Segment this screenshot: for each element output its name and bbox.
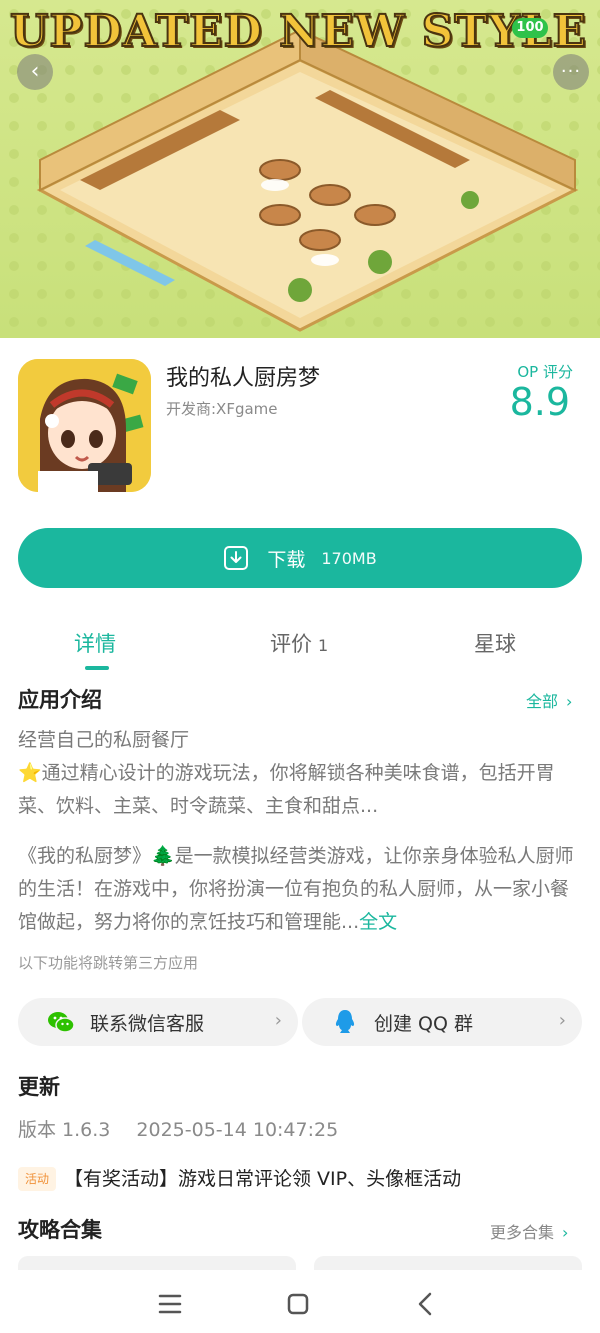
chevron-right-icon: › bbox=[566, 692, 573, 711]
update-banner-text: UPDATED NEW STYLE bbox=[9, 5, 587, 58]
back-button[interactable]: ‹ bbox=[17, 54, 53, 90]
event-badge: 活动 bbox=[18, 1167, 56, 1191]
qq-icon bbox=[335, 1010, 355, 1033]
guide-card[interactable] bbox=[314, 1256, 582, 1270]
menu-icon bbox=[158, 1294, 182, 1314]
update-timestamp: 2025-05-14 10:47:25 bbox=[136, 1119, 339, 1141]
update-title: 更新 bbox=[18, 1075, 60, 1099]
intro-all-link[interactable]: 全部 › bbox=[526, 688, 572, 712]
rating-value: 8.9 bbox=[509, 380, 570, 424]
home-square-icon bbox=[287, 1293, 309, 1315]
wechat-icon bbox=[48, 1012, 75, 1033]
home-button[interactable] bbox=[278, 1284, 318, 1324]
all-link-label: 全部 bbox=[526, 692, 559, 711]
review-count: 1 bbox=[318, 636, 329, 655]
tab-label: 详情 bbox=[74, 632, 116, 656]
intro-full-description: 《我的私厨梦》🌲是一款模拟经营类游戏，让你亲身体验私人厨师的生活！在游戏中，你将… bbox=[18, 840, 584, 939]
pill-label: 创建 QQ 群 bbox=[374, 1012, 473, 1035]
active-tab-indicator bbox=[85, 666, 109, 670]
download-button[interactable]: 下载 170MB bbox=[18, 528, 582, 588]
tab-label: 星球 bbox=[474, 632, 516, 656]
intro-line-1: 经营自己的私厨餐厅 bbox=[18, 729, 190, 751]
more-guides-link[interactable]: 更多合集 › bbox=[490, 1219, 568, 1243]
download-size: 170MB bbox=[321, 548, 377, 568]
tab-label: 评价 bbox=[270, 632, 312, 656]
back-arrow-icon: ‹ bbox=[30, 59, 40, 84]
third-party-note: 以下功能将跳转第三方应用 bbox=[18, 954, 199, 972]
chevron-right-icon: › bbox=[274, 1010, 282, 1031]
intro-title: 应用介绍 bbox=[18, 688, 102, 712]
intro-line-2: ⭐通过精心设计的游戏玩法，你将解锁各种美味食谱，包括开胃菜、饮料、主菜、时令蔬菜… bbox=[18, 762, 555, 817]
full-text-link[interactable]: 全文 bbox=[359, 911, 397, 933]
app-name: 我的私人厨房梦 bbox=[166, 366, 321, 391]
chef-girl-icon bbox=[18, 359, 151, 492]
version-number: 版本 1.6.3 bbox=[18, 1119, 111, 1141]
download-icon bbox=[224, 546, 249, 570]
guide-card[interactable] bbox=[18, 1256, 296, 1270]
event-link[interactable]: 【有奖活动】游戏日常评论领 VIP、头像框活动 bbox=[64, 1164, 461, 1191]
system-back-button[interactable] bbox=[406, 1284, 446, 1324]
wechat-service-button[interactable]: 联系微信客服 › bbox=[18, 998, 298, 1046]
qq-group-button[interactable]: 创建 QQ 群 › bbox=[302, 998, 582, 1046]
more-guides-label: 更多合集 bbox=[490, 1223, 555, 1242]
tab-reviews[interactable]: 评价 1 bbox=[270, 628, 328, 658]
app-icon bbox=[18, 359, 151, 492]
back-chevron-icon bbox=[418, 1292, 432, 1316]
battery-indicator: 100 bbox=[512, 18, 548, 38]
chevron-right-icon: › bbox=[558, 1010, 566, 1031]
download-label: 下载 bbox=[267, 548, 306, 571]
version-info: 版本 1.6.3 2025-05-14 10:47:25 bbox=[18, 1115, 338, 1142]
intro-summary: 经营自己的私厨餐厅 ⭐通过精心设计的游戏玩法，你将解锁各种美味食谱，包括开胃菜、… bbox=[18, 724, 584, 823]
developer-name: 开发商:XFgame bbox=[166, 400, 278, 418]
system-nav-bar bbox=[0, 1272, 600, 1333]
guides-title: 攻略合集 bbox=[18, 1218, 102, 1242]
pill-label: 联系微信客服 bbox=[90, 1012, 205, 1035]
tab-details[interactable]: 详情 bbox=[74, 628, 116, 658]
chevron-right-icon: › bbox=[562, 1223, 569, 1242]
rating-label: OP 评分 bbox=[517, 363, 573, 381]
tab-planet[interactable]: 星球 bbox=[474, 628, 516, 658]
menu-button[interactable] bbox=[150, 1284, 190, 1324]
hero-banner: UPDATED NEW STYLE 100 ‹ ··· bbox=[0, 0, 600, 338]
intro-line-3: 《我的私厨梦》🌲是一款模拟经营类游戏，让你亲身体验私人厨师的生活！在游戏中，你将… bbox=[18, 845, 574, 933]
more-dots-icon: ··· bbox=[560, 61, 582, 82]
more-options-button[interactable]: ··· bbox=[553, 54, 589, 90]
